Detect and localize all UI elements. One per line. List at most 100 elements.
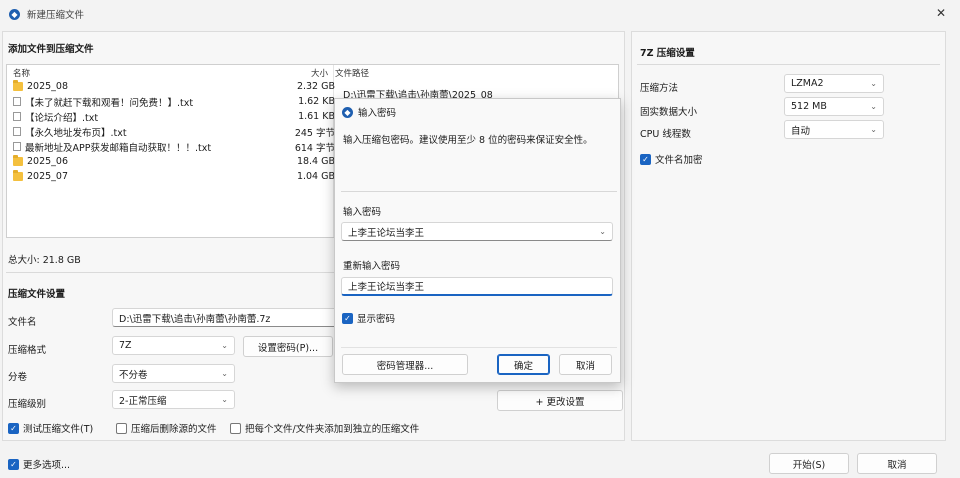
file-size: 18.4 GB: [296, 156, 335, 167]
text-file-icon: [13, 142, 21, 151]
format-label: 压缩格式: [8, 345, 47, 356]
encrypt-filenames-checkbox[interactable]: ✓ 文件名加密: [640, 152, 703, 166]
method-label: 压缩方法: [640, 83, 679, 94]
show-password-checkbox[interactable]: ✓ 显示密码: [342, 311, 395, 325]
list-item[interactable]: 2025_07 1.04 GB: [7, 169, 337, 184]
file-size: 1.62 KB: [298, 96, 335, 107]
cancel-button[interactable]: 取消: [857, 453, 937, 474]
separate-archives-checkbox[interactable]: 把每个文件/文件夹添加到独立的压缩文件: [230, 421, 419, 435]
files-section-title: 添加文件到压缩文件: [8, 44, 94, 55]
file-size: 2.32 GB: [296, 81, 335, 92]
app-icon: ◆: [342, 106, 353, 118]
more-options-label: 更多选项...: [23, 460, 71, 471]
column-name[interactable]: 名称: [13, 67, 30, 79]
file-size: 1.61 KB: [298, 111, 335, 122]
level-value: 2-正常压缩: [119, 395, 167, 407]
password-dialog: ◆ 输入密码 输入压缩包密码。建议使用至少 8 位的密码来保证安全性。 输入密码…: [334, 98, 621, 383]
chevron-down-icon: ⌄: [870, 102, 877, 111]
text-file-icon: [13, 112, 21, 121]
file-name: 2025_07: [27, 171, 69, 182]
list-item[interactable]: 【未了就赶下载和观看！问免费！】.txt 1.62 KB: [7, 94, 337, 109]
test-archive-checkbox[interactable]: ✓ 测试压缩文件(T): [8, 421, 93, 435]
file-name: 【未了就赶下载和观看！问免费！】.txt: [25, 97, 194, 109]
change-settings-button[interactable]: + 更改设置: [497, 390, 623, 411]
list-item[interactable]: 2025_08 2.32 GB: [7, 79, 337, 94]
checkmark-icon: ✓: [8, 458, 19, 470]
file-name: 2025_08: [27, 81, 69, 92]
format-settings-title: 7Z 压缩设置: [640, 48, 695, 59]
column-size[interactable]: 大小: [311, 67, 328, 79]
checkmark-icon: ✓: [640, 153, 651, 165]
split-select[interactable]: 不分卷 ⌄: [112, 364, 235, 383]
show-password-label: 显示密码: [357, 314, 396, 325]
password-manager-button[interactable]: 密码管理器...: [342, 354, 468, 375]
dialog-title-bar: ◆ 输入密码: [342, 105, 396, 119]
password-manager-label: 密码管理器...: [376, 360, 434, 372]
list-item[interactable]: 最新地址及APP获发邮箱自动获取！！！.txt 614 字节: [7, 139, 337, 154]
delete-source-label: 压缩后删除源的文件: [131, 424, 217, 435]
solid-block-label: 固实数据大小: [640, 107, 698, 118]
list-item[interactable]: 【永久地址发布页】.txt 245 字节: [7, 124, 337, 139]
file-size: 1.04 GB: [296, 171, 335, 182]
divider: [637, 64, 940, 65]
password-input[interactable]: 上李王论坛当李王 ⌄: [341, 222, 613, 241]
split-label: 分卷: [8, 372, 28, 383]
divider: [341, 191, 617, 192]
list-item[interactable]: 2025_06 18.4 GB: [7, 154, 337, 169]
start-label: 开始(S): [792, 459, 826, 471]
checkbox-empty-icon: [116, 422, 127, 434]
filename-value: D:\迅雷下载\追击\孙南蕾\孙南蕾.7z: [119, 313, 271, 325]
ok-button[interactable]: 确定: [497, 354, 550, 375]
cpu-threads-value: 自动: [791, 125, 811, 137]
folder-icon: [13, 155, 23, 166]
folder-icon: [13, 170, 23, 181]
more-options-checkbox[interactable]: ✓ 更多选项...: [8, 457, 70, 471]
list-item[interactable]: 【论坛介绍】.txt 1.61 KB: [7, 109, 337, 124]
cpu-threads-select[interactable]: 自动 ⌄: [784, 120, 884, 139]
enter-password-label: 输入密码: [343, 207, 382, 218]
chevron-down-icon[interactable]: ⌄: [599, 227, 606, 236]
compress-settings-title: 压缩文件设置: [8, 289, 66, 300]
chevron-down-icon: ⌄: [870, 125, 877, 134]
method-select[interactable]: LZMA2 ⌄: [784, 74, 884, 93]
format-select[interactable]: 7Z ⌄: [112, 336, 235, 355]
split-value: 不分卷: [119, 369, 148, 381]
ok-label: 确定: [513, 360, 533, 372]
file-name: 2025_06: [27, 156, 69, 167]
checkmark-icon: ✓: [342, 312, 353, 324]
reenter-password-input[interactable]: 上李王论坛当李王: [341, 277, 613, 296]
set-password-button[interactable]: 设置密码(P)...: [243, 336, 333, 357]
list-header: 名称 大小 文件路径: [7, 65, 618, 79]
file-name: 【永久地址发布页】.txt: [25, 127, 127, 139]
divider: [341, 347, 617, 348]
column-path[interactable]: 文件路径: [335, 67, 369, 79]
start-button[interactable]: 开始(S): [769, 453, 849, 474]
change-settings-label: + 更改设置: [535, 396, 585, 408]
dialog-hint: 输入压缩包密码。建议使用至少 8 位的密码来保证安全性。: [343, 135, 593, 146]
solid-block-select[interactable]: 512 MB ⌄: [784, 97, 884, 116]
cancel-label: 取消: [887, 459, 907, 471]
method-value: LZMA2: [791, 78, 824, 89]
app-icon: ◆: [9, 8, 20, 20]
title-bar: ◆ 新建压缩文件 ✕: [0, 0, 960, 28]
folder-icon: [13, 80, 23, 91]
reenter-password-label: 重新输入密码: [343, 261, 401, 272]
encrypt-filenames-label: 文件名加密: [655, 155, 703, 166]
file-size: 614 字节: [294, 142, 335, 154]
dialog-cancel-button[interactable]: 取消: [559, 354, 612, 375]
dialog-header: ◆ 输入密码 输入压缩包密码。建议使用至少 8 位的密码来保证安全性。: [335, 99, 620, 191]
level-select[interactable]: 2-正常压缩 ⌄: [112, 390, 235, 409]
file-name: 最新地址及APP获发邮箱自动获取！！！.txt: [25, 142, 212, 154]
file-size: 245 字节: [294, 127, 335, 139]
chevron-down-icon: ⌄: [221, 395, 228, 404]
dialog-cancel-label: 取消: [575, 360, 595, 372]
solid-block-value: 512 MB: [791, 101, 827, 112]
close-icon[interactable]: ✕: [936, 6, 946, 20]
separate-archives-label: 把每个文件/文件夹添加到独立的压缩文件: [245, 424, 420, 435]
delete-source-checkbox[interactable]: 压缩后删除源的文件: [116, 421, 217, 435]
text-file-icon: [13, 127, 21, 136]
filename-label: 文件名: [8, 317, 37, 328]
password-value: 上李王论坛当李王: [348, 227, 425, 239]
total-size: 总大小: 21.8 GB: [8, 255, 81, 266]
chevron-down-icon: ⌄: [221, 369, 228, 378]
